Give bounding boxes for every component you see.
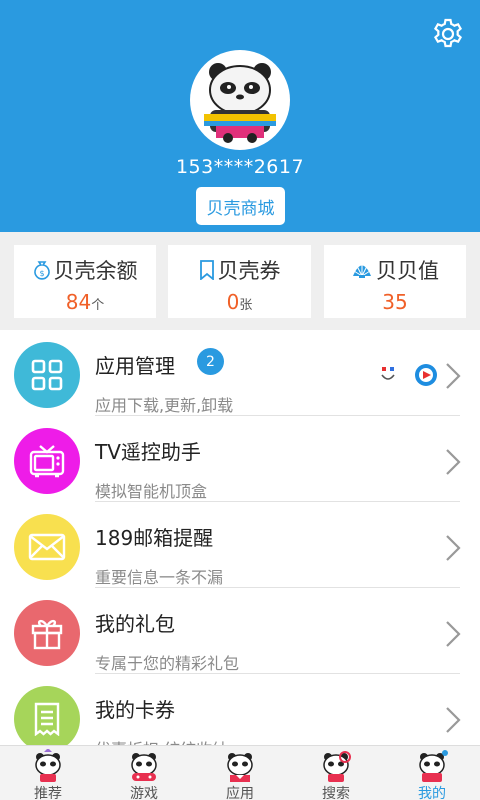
shell-mall-button[interactable]: 贝壳商城 bbox=[196, 187, 285, 225]
bottom-tab-bar: 推荐 游戏 应用 搜索 我的 bbox=[0, 745, 480, 800]
stat-title: 贝壳余额 bbox=[53, 259, 138, 283]
stat-value: 84 bbox=[65, 290, 92, 314]
gear-icon bbox=[433, 18, 463, 48]
stat-unit: 个 bbox=[91, 298, 105, 313]
chevron-right-icon bbox=[446, 449, 461, 475]
money-bag-icon: $ bbox=[33, 261, 50, 280]
item-title: 我的礼包 bbox=[95, 612, 175, 636]
shell-icon bbox=[353, 264, 371, 278]
item-title: 189邮箱提醒 bbox=[95, 526, 214, 550]
chevron-right-icon bbox=[446, 621, 461, 647]
svg-text:$: $ bbox=[39, 269, 44, 278]
menu-list: 应用管理 2 应用下载,更新,卸载 TV遥控助手 模拟智能机顶盒 189邮箱提醒… bbox=[0, 330, 480, 745]
stat-title: 贝贝值 bbox=[376, 259, 439, 283]
tab-label: 搜索 bbox=[322, 786, 350, 800]
item-title: 我的卡券 bbox=[95, 698, 175, 722]
chevron-right-icon bbox=[446, 707, 461, 733]
item-title: TV遥控助手 bbox=[95, 440, 201, 464]
stat-card-coupon[interactable]: 贝壳券 0张 bbox=[168, 245, 311, 318]
tab-games[interactable]: 游戏 bbox=[96, 746, 192, 800]
list-item-gift-pack[interactable]: 我的礼包 专属于您的精彩礼包 bbox=[0, 588, 480, 674]
list-item-app-management[interactable]: 应用管理 2 应用下载,更新,卸载 bbox=[0, 330, 480, 416]
mail-icon bbox=[14, 514, 80, 580]
panda-recommend-icon bbox=[35, 749, 61, 782]
update-count-badge: 2 bbox=[197, 348, 224, 375]
tab-label: 游戏 bbox=[130, 786, 158, 800]
app-preview-icons bbox=[380, 363, 440, 387]
tab-recommend[interactable]: 推荐 bbox=[0, 746, 96, 800]
panda-search-icon bbox=[323, 751, 351, 782]
list-item-189-mail[interactable]: 189邮箱提醒 重要信息一条不漏 bbox=[0, 502, 480, 588]
stat-card-balance[interactable]: $ 贝壳余额 84个 bbox=[14, 245, 156, 318]
receipt-icon bbox=[14, 686, 80, 745]
tab-label: 我的 bbox=[418, 786, 446, 800]
item-subtitle: 优惠折扣 统统收纳 bbox=[95, 736, 228, 745]
item-subtitle: 应用下载,更新,卸载 bbox=[95, 396, 234, 415]
gift-icon bbox=[14, 600, 80, 666]
panda-games-icon bbox=[131, 753, 157, 781]
tab-search[interactable]: 搜索 bbox=[288, 746, 384, 800]
tv-icon bbox=[14, 428, 80, 494]
stat-unit: 张 bbox=[239, 298, 253, 313]
list-item-coupons[interactable]: 我的卡券 优惠折扣 统统收纳 bbox=[0, 674, 480, 745]
item-subtitle: 专属于您的精彩礼包 bbox=[95, 654, 240, 673]
apps-grid-icon bbox=[14, 342, 80, 408]
tab-label: 推荐 bbox=[34, 786, 62, 800]
chevron-right-icon bbox=[446, 363, 461, 389]
panda-mine-icon bbox=[419, 750, 448, 782]
tab-apps[interactable]: 应用 bbox=[192, 746, 288, 800]
profile-header: 153****2617 贝壳商城 bbox=[0, 0, 480, 232]
settings-button[interactable] bbox=[428, 14, 468, 54]
phone-number: 153****2617 bbox=[175, 156, 305, 178]
bookmark-icon bbox=[199, 260, 214, 280]
stats-bar: $ 贝壳余额 84个 贝壳券 0张 贝贝值 35 bbox=[0, 232, 480, 330]
tab-mine[interactable]: 我的 bbox=[384, 746, 480, 800]
panda-avatar-icon bbox=[204, 63, 276, 143]
avatar[interactable] bbox=[190, 50, 290, 150]
stat-value: 0 bbox=[226, 290, 240, 314]
panda-apps-icon bbox=[227, 753, 253, 782]
stat-value: 35 bbox=[382, 290, 408, 314]
tab-label: 应用 bbox=[226, 786, 254, 800]
item-title: 应用管理 bbox=[95, 354, 175, 378]
stat-card-points[interactable]: 贝贝值 35 bbox=[324, 245, 466, 318]
stat-title: 贝壳券 bbox=[217, 259, 281, 283]
chevron-right-icon bbox=[446, 535, 461, 561]
list-item-tv-remote[interactable]: TV遥控助手 模拟智能机顶盒 bbox=[0, 416, 480, 502]
item-subtitle: 重要信息一条不漏 bbox=[95, 568, 224, 587]
item-subtitle: 模拟智能机顶盒 bbox=[95, 482, 208, 501]
